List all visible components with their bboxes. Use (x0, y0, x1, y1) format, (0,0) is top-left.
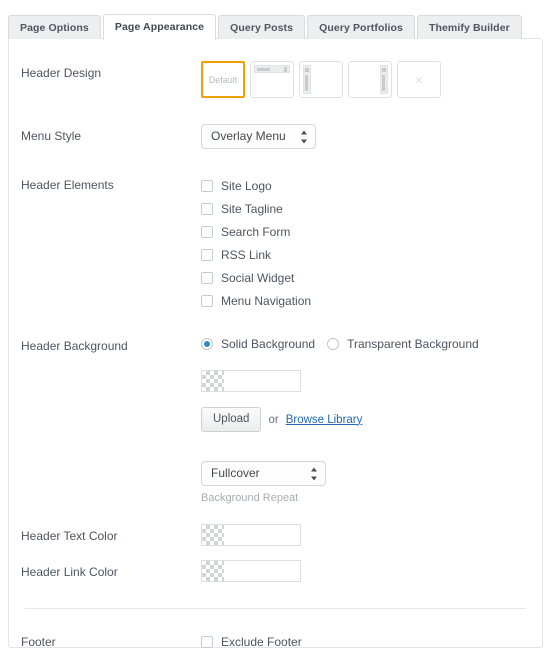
checkbox-search-form[interactable]: Search Form (201, 220, 528, 243)
background-repeat-select[interactable]: Fullcover (201, 461, 326, 486)
header-text-color-input[interactable] (224, 525, 300, 545)
header-background-label: Header Background (21, 339, 128, 353)
tab-page-options[interactable]: Page Options (8, 15, 101, 39)
radio-solid-background[interactable]: Solid Background (201, 337, 315, 351)
checkbox-box-icon[interactable] (201, 271, 213, 284)
checkbox-box-icon[interactable] (201, 294, 213, 307)
row-menu-style: Menu Style Overlay Menu (9, 98, 542, 149)
header-background-upload-row: Upload or Browse Library (201, 407, 528, 432)
header-design-option-right-sidebar[interactable] (348, 61, 392, 98)
row-header-elements: Header Elements Site Logo Site Tagline S… (9, 149, 542, 312)
tab-page-appearance[interactable]: Page Appearance (102, 14, 217, 40)
background-repeat-caption: Background Repeat (201, 492, 299, 504)
row-header-link-color: Header Link Color (9, 546, 542, 582)
menu-style-select[interactable]: Overlay Menu (201, 124, 316, 149)
header-link-color-input[interactable] (224, 561, 300, 581)
header-background-color-input[interactable] (224, 371, 300, 391)
header-link-color-field (201, 560, 528, 582)
left-sidebar-icon (303, 65, 311, 94)
radio-dot-icon[interactable] (201, 338, 213, 350)
radio-solid-background-label: Solid Background (221, 337, 316, 351)
transparent-swatch-icon (202, 371, 224, 391)
background-repeat-value: Fullcover (211, 466, 260, 480)
header-design-default-label: Default (208, 74, 238, 85)
row-footer: Footer Exclude Footer (9, 609, 542, 653)
row-header-text-color: Header Text Color (9, 504, 542, 546)
header-text-color-label: Header Text Color (21, 529, 118, 543)
header-link-color-label: Header Link Color (21, 565, 118, 579)
checkbox-rss-link-label: RSS Link (221, 247, 272, 262)
checkbox-box-icon[interactable] (201, 635, 213, 648)
header-elements-checkbox-list: Site Logo Site Tagline Search Form RSS L… (201, 173, 528, 312)
header-link-color-picker[interactable] (201, 560, 301, 582)
page-appearance-screen: Page Options Page Appearance Query Posts… (0, 0, 550, 660)
menu-style-label: Menu Style (21, 129, 82, 143)
chevron-updown-icon (301, 130, 308, 143)
header-design-option-horizontal-bar[interactable] (250, 61, 294, 98)
upload-button[interactable]: Upload (201, 407, 262, 432)
header-text-color-field (201, 524, 528, 546)
header-design-option-default[interactable]: Default (201, 61, 245, 98)
header-design-option-left-sidebar[interactable] (299, 61, 343, 98)
tab-themify-builder[interactable]: Themify Builder (416, 15, 522, 39)
header-design-label: Header Design (21, 66, 102, 80)
header-design-field: Default × (201, 61, 528, 98)
header-elements-field: Site Logo Site Tagline Search Form RSS L… (201, 173, 528, 312)
checkbox-exclude-footer[interactable]: Exclude Footer (201, 630, 528, 653)
checkbox-social-widget-label: Social Widget (221, 270, 295, 285)
checkbox-exclude-footer-label: Exclude Footer (221, 634, 302, 649)
tab-query-portfolios[interactable]: Query Portfolios (307, 15, 415, 39)
checkbox-site-logo-label: Site Logo (221, 178, 272, 193)
checkbox-rss-link[interactable]: RSS Link (201, 243, 528, 266)
radio-dot-icon[interactable] (327, 338, 340, 350)
header-text-color-picker[interactable] (201, 524, 301, 546)
close-icon: × (415, 72, 423, 87)
footer-label: Footer (21, 635, 56, 649)
browse-library-link[interactable]: Browse Library (286, 414, 363, 426)
settings-tab-bar: Page Options Page Appearance Query Posts… (8, 14, 524, 40)
transparent-swatch-icon (202, 525, 224, 545)
checkbox-search-form-label: Search Form (221, 224, 291, 239)
radio-transparent-background-label: Transparent Background (347, 337, 479, 351)
radio-transparent-background[interactable]: Transparent Background (327, 337, 479, 351)
checkbox-social-widget[interactable]: Social Widget (201, 266, 528, 289)
checkbox-menu-navigation[interactable]: Menu Navigation (201, 289, 528, 312)
checkbox-site-logo[interactable]: Site Logo (201, 174, 528, 197)
row-header-design: Header Design Default × (9, 53, 542, 98)
settings-rows: Header Design Default × Menu Style Overl… (9, 39, 542, 653)
header-design-options: Default × (201, 61, 528, 98)
checkbox-box-icon[interactable] (201, 225, 213, 238)
checkbox-box-icon[interactable] (201, 248, 213, 261)
chevron-updown-icon (311, 467, 318, 480)
transparent-swatch-icon (202, 561, 224, 581)
header-design-option-no-header[interactable]: × (397, 61, 441, 98)
footer-field: Exclude Footer (201, 630, 528, 653)
header-elements-label: Header Elements (21, 178, 114, 192)
checkbox-box-icon[interactable] (201, 179, 213, 192)
menu-style-field: Overlay Menu (201, 124, 528, 149)
checkbox-menu-navigation-label: Menu Navigation (221, 293, 312, 308)
row-header-background: Header Background Solid Background Trans… (9, 312, 542, 504)
header-background-field: Solid Background Transparent Background (201, 334, 528, 504)
right-sidebar-icon (380, 65, 388, 94)
header-background-color-field[interactable] (201, 370, 301, 392)
horizontal-bar-icon (254, 65, 290, 73)
checkbox-site-tagline-label: Site Tagline (221, 201, 283, 216)
settings-panel: Header Design Default × Menu Style Overl… (8, 38, 543, 649)
header-background-radio-group: Solid Background Transparent Background (201, 334, 528, 351)
or-text: or (268, 413, 279, 426)
menu-style-value: Overlay Menu (211, 129, 286, 143)
checkbox-site-tagline[interactable]: Site Tagline (201, 197, 528, 220)
tab-query-posts[interactable]: Query Posts (218, 15, 306, 39)
checkbox-box-icon[interactable] (201, 202, 213, 215)
